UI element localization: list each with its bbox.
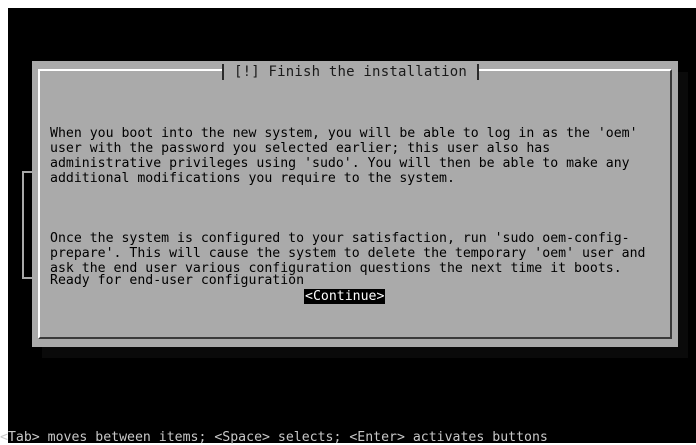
continue-button[interactable]: <Continue> — [304, 289, 386, 304]
dialog-title-bar: [!] Finish the installation — [222, 61, 479, 83]
background-dialog-edge-bottom — [22, 277, 32, 279]
message-paragraph-1: When you boot into the new system, you w… — [50, 126, 646, 186]
background-dialog-edge-vertical — [22, 171, 24, 279]
dialog-title: [!] Finish the installation — [234, 64, 467, 80]
title-right-bracket — [476, 64, 479, 80]
ready-text: Ready for end-user configuration — [50, 273, 305, 288]
message-paragraph-2: Once the system is configured to your sa… — [50, 231, 654, 276]
